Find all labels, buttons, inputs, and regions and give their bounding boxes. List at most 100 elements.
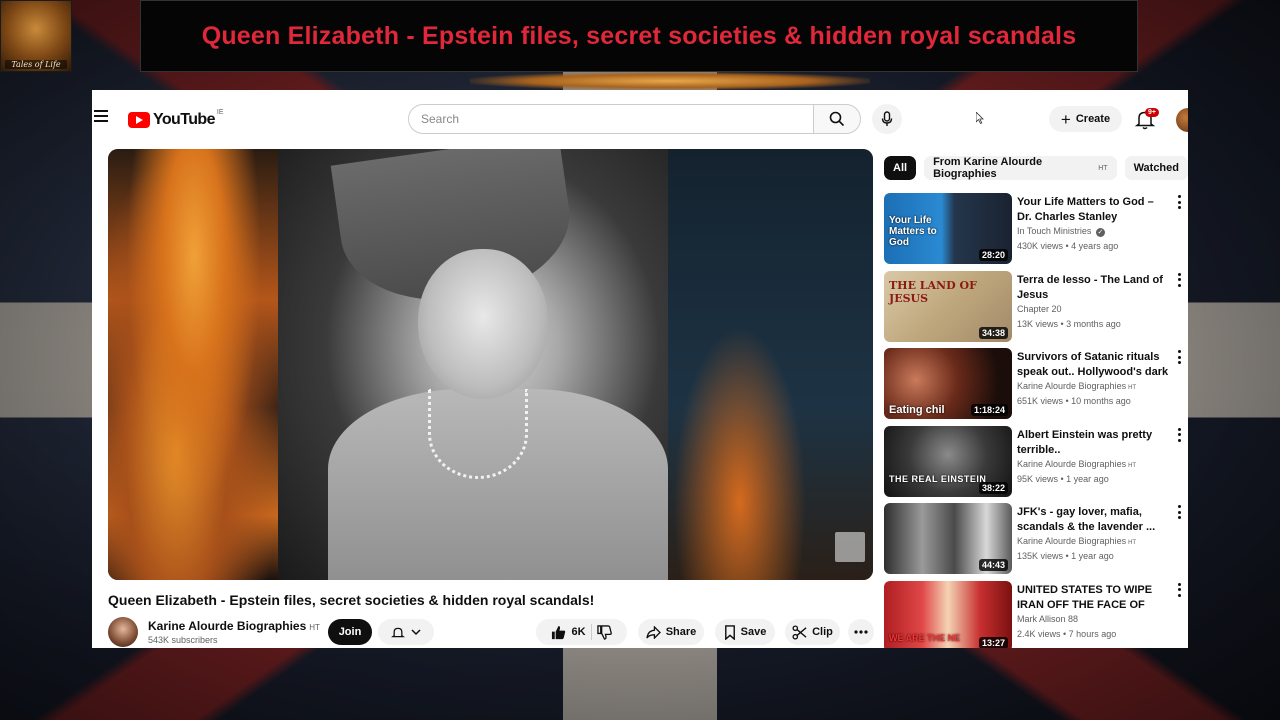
save-label: Save bbox=[740, 626, 767, 638]
bell-icon bbox=[391, 627, 405, 637]
filter-chips: All From Karine Alourde Biographies HT Wa… bbox=[884, 156, 1188, 180]
clip-button[interactable]: Clip bbox=[785, 619, 840, 645]
chevron-down-icon bbox=[411, 629, 421, 636]
hamburger-menu-icon[interactable] bbox=[94, 110, 108, 124]
recommendation-item[interactable]: THE LAND OF JESUS 34:38 Terra de Iesso -… bbox=[884, 270, 1184, 349]
portrait-pearls bbox=[428, 389, 528, 479]
recommendation-channel-name: Karine Alourde Biographies bbox=[1017, 458, 1127, 469]
thumbnail-text: Eating chil bbox=[889, 404, 945, 416]
chip-from-channel-label: From Karine Alourde Biographies bbox=[933, 156, 1043, 180]
subscriber-count: 543K subscribers bbox=[148, 635, 218, 645]
masthead: YouTube IE Search + Create 9+ bbox=[92, 90, 1188, 146]
channel-row: Karine Alourde Biographies HT 543K subscr… bbox=[108, 616, 874, 648]
video-thumbnail[interactable]: THE LAND OF JESUS 34:38 bbox=[884, 270, 1012, 342]
recommendation-item[interactable]: 44:43 JFK's - gay lover, mafia, scandals… bbox=[884, 503, 1184, 581]
subscription-bell-button[interactable] bbox=[378, 619, 434, 645]
recommendation-channel[interactable]: Karine Alourde Biographies HT bbox=[1017, 381, 1136, 391]
thumbnail-text: THE LAND OF JESUS bbox=[889, 278, 977, 305]
recommendation-title[interactable]: JFK's - gay lover, mafia, scandals & the… bbox=[1017, 505, 1169, 535]
recommendation-item[interactable]: Your Life Matters to God 28:20 Your Life… bbox=[884, 193, 1184, 271]
video-thumbnail[interactable]: Your Life Matters to God 28:20 bbox=[884, 193, 1012, 264]
recommendation-title[interactable]: Your Life Matters to God – Dr. Charles S… bbox=[1017, 195, 1169, 225]
recommendation-meta: 13K views • 3 months ago bbox=[1017, 318, 1121, 329]
create-label: Create bbox=[1075, 113, 1111, 125]
video-thumbnail[interactable]: THE REAL EINSTEIN 38:22 bbox=[884, 425, 1012, 497]
channel-badge: HT bbox=[1128, 385, 1137, 391]
youtube-wordmark: YouTube bbox=[153, 111, 215, 128]
recommendation-channel[interactable]: Mark Allison 88 bbox=[1017, 614, 1078, 624]
create-button[interactable]: + Create bbox=[1049, 106, 1122, 132]
search-input[interactable]: Search bbox=[408, 104, 813, 134]
thumbnail-text: WE ARE THE NE bbox=[889, 632, 961, 643]
duration-badge: 38:22 bbox=[978, 481, 1008, 494]
recommendation-title[interactable]: Albert Einstein was pretty terrible.. bbox=[1017, 428, 1169, 458]
more-horizontal-icon bbox=[854, 630, 868, 634]
plus-icon: + bbox=[1060, 109, 1071, 129]
recommendation-title[interactable]: Survivors of Satanic rituals speak out..… bbox=[1017, 350, 1169, 380]
video-player[interactable] bbox=[108, 149, 873, 580]
recommendation-title[interactable]: UNITED STATES TO WIPE IRAN OFF THE FACE … bbox=[1017, 583, 1169, 613]
save-button[interactable]: Save bbox=[715, 619, 775, 645]
recommendation-meta: 95K views • 1 year ago bbox=[1017, 473, 1109, 484]
recommendation-meta: 2.4K views • 7 hours ago bbox=[1017, 628, 1117, 639]
join-button[interactable]: Join bbox=[328, 619, 372, 645]
dislike-icon[interactable] bbox=[596, 624, 612, 640]
channel-name-text: Karine Alourde Biographies bbox=[148, 619, 307, 633]
recommendation-channel[interactable]: Karine Alourde Biographies HT bbox=[1017, 536, 1136, 546]
channel-watermark[interactable] bbox=[835, 532, 865, 562]
recommendation-channel[interactable]: Chapter 20 bbox=[1017, 304, 1062, 314]
like-icon[interactable] bbox=[551, 625, 566, 640]
recommendation-channel-name: Karine Alourde Biographies bbox=[1017, 536, 1127, 546]
channel-badge: HT bbox=[309, 623, 320, 632]
recommendation-item[interactable]: Eating chil 1:18:24 Survivors of Satanic… bbox=[884, 348, 1184, 426]
chip-all[interactable]: All bbox=[884, 156, 917, 180]
thumbnail-text: Your Life Matters to God bbox=[889, 215, 937, 248]
chip-watched[interactable]: Watched bbox=[1124, 156, 1188, 180]
channel-name[interactable]: Karine Alourde Biographies HT bbox=[148, 619, 320, 633]
video-thumbnail[interactable]: 44:43 bbox=[884, 503, 1012, 574]
recommendation-channel[interactable]: Karine Alourde Biographies HT bbox=[1017, 459, 1136, 469]
scissors-icon bbox=[792, 624, 807, 640]
clip-label: Clip bbox=[812, 626, 833, 638]
banner-title: Queen Elizabeth - Epstein files, secret … bbox=[201, 21, 1077, 50]
more-vertical-icon[interactable] bbox=[1176, 505, 1182, 519]
portrait-face bbox=[418, 249, 548, 399]
recommendations-list: Your Life Matters to God 28:20 Your Life… bbox=[884, 193, 1184, 648]
channel-avatar[interactable] bbox=[108, 617, 138, 647]
title-banner: Queen Elizabeth - Epstein files, secret … bbox=[140, 0, 1138, 72]
chip-channel-badge: HT bbox=[1098, 164, 1108, 172]
share-button[interactable]: Share bbox=[638, 619, 704, 645]
chip-from-channel[interactable]: From Karine Alourde Biographies HT bbox=[924, 156, 1117, 180]
duration-badge: 13:27 bbox=[978, 636, 1008, 648]
recommendation-item[interactable]: THE REAL EINSTEIN 38:22 Albert Einstein … bbox=[884, 425, 1184, 504]
more-actions-button[interactable] bbox=[848, 619, 874, 645]
recommendation-meta: 430K views • 4 years ago bbox=[1017, 241, 1119, 251]
recommendation-channel[interactable]: In Touch Ministries ✓ bbox=[1017, 226, 1105, 237]
recommendation-item[interactable]: WE ARE THE NE 13:27 UNITED STATES TO WIP… bbox=[884, 580, 1184, 648]
recommendation-channel-name: Karine Alourde Biographies bbox=[1017, 381, 1127, 391]
youtube-logo[interactable]: YouTube IE bbox=[128, 109, 224, 130]
like-count[interactable]: 6K bbox=[571, 626, 585, 638]
recommendation-meta: 651K views • 10 months ago bbox=[1017, 396, 1131, 406]
more-vertical-icon[interactable] bbox=[1176, 272, 1182, 287]
logo-text: Tales of Life bbox=[5, 60, 67, 69]
search-button[interactable] bbox=[813, 104, 861, 134]
duration-badge: 34:38 bbox=[978, 326, 1008, 339]
search-placeholder: Search bbox=[421, 112, 460, 126]
more-vertical-icon[interactable] bbox=[1176, 195, 1182, 209]
more-vertical-icon[interactable] bbox=[1176, 582, 1182, 597]
voice-search-button[interactable] bbox=[872, 104, 902, 134]
recommendation-title[interactable]: Terra de Iesso - The Land of Jesus bbox=[1017, 273, 1169, 303]
youtube-window: YouTube IE Search + Create 9+ Queen Eliz… bbox=[92, 90, 1188, 648]
share-label: Share bbox=[665, 626, 697, 638]
video-fire-background bbox=[108, 149, 280, 580]
recommendation-channel-name: In Touch Ministries bbox=[1017, 226, 1092, 236]
more-vertical-icon[interactable] bbox=[1176, 350, 1182, 364]
more-vertical-icon[interactable] bbox=[1176, 427, 1182, 442]
channel-badge: HT bbox=[1128, 540, 1137, 546]
microphone-icon bbox=[881, 111, 893, 126]
account-avatar[interactable] bbox=[1176, 108, 1188, 132]
video-thumbnail[interactable]: Eating chil 1:18:24 bbox=[884, 348, 1012, 419]
duration-badge: 28:20 bbox=[978, 249, 1008, 261]
video-thumbnail[interactable]: WE ARE THE NE 13:27 bbox=[884, 580, 1012, 648]
